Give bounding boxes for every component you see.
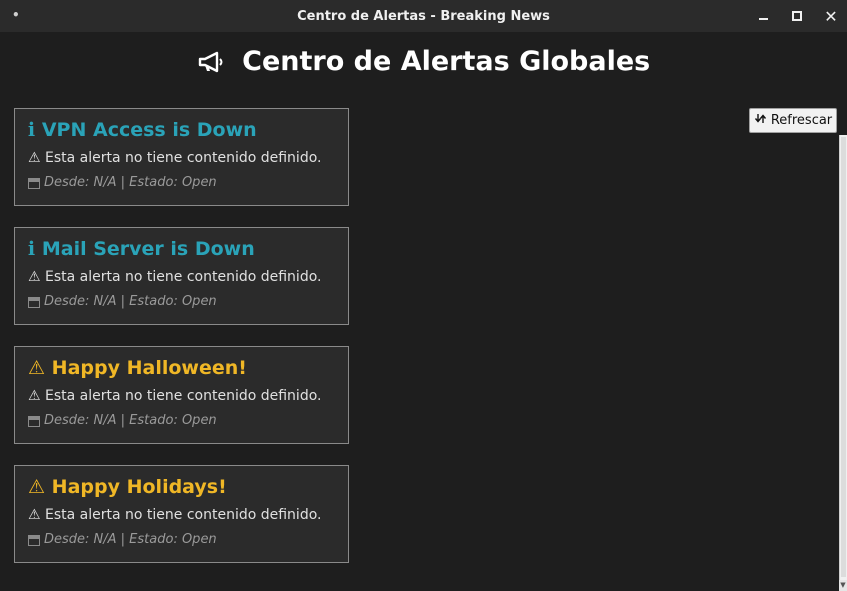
- alert-card: ⚠ Happy Halloween! ⚠ Esta alerta no tien…: [14, 346, 349, 444]
- calendar-icon: [28, 296, 40, 308]
- refresh-label: Refrescar: [770, 113, 833, 128]
- alerts-list: ℹ VPN Access is Down ⚠ Esta alerta no ti…: [14, 108, 349, 584]
- window-title: Centro de Alertas - Breaking News: [297, 8, 550, 24]
- minimize-icon: [758, 18, 768, 20]
- alert-body: ⚠ Esta alerta no tiene contenido definid…: [28, 388, 322, 404]
- megaphone-icon: [197, 50, 225, 81]
- alert-meta: Desde: N/A | Estado: Open: [28, 294, 335, 310]
- alert-title: ℹ VPN Access is Down: [28, 119, 257, 141]
- alert-title: ⚠ Happy Holidays!: [28, 476, 227, 498]
- alert-card: ⚠ Happy Holidays! ⚠ Esta alerta no tiene…: [14, 465, 349, 563]
- page-title-text: Centro de Alertas Globales: [242, 46, 651, 77]
- refresh-button[interactable]: Refrescar: [749, 108, 837, 133]
- calendar-icon: [28, 534, 40, 546]
- scroll-down-arrow-icon[interactable]: ▼: [839, 580, 847, 591]
- maximize-button[interactable]: [789, 8, 805, 24]
- alert-title: ℹ Mail Server is Down: [28, 238, 255, 260]
- minimize-button[interactable]: [755, 8, 771, 24]
- page-title: Centro de Alertas Globales: [0, 46, 847, 81]
- alert-meta: Desde: N/A | Estado: Open: [28, 413, 335, 429]
- info-icon: ℹ: [28, 238, 36, 260]
- window-controls: ✕: [755, 0, 839, 32]
- window-menu-button[interactable]: •: [12, 8, 20, 22]
- calendar-icon: [28, 415, 40, 427]
- alert-title: ⚠ Happy Halloween!: [28, 357, 247, 379]
- warning-icon: ⚠: [28, 476, 46, 498]
- alert-body: ⚠ Esta alerta no tiene contenido definid…: [28, 269, 322, 285]
- info-icon: ℹ: [28, 119, 36, 141]
- close-icon: ✕: [824, 6, 838, 26]
- alert-meta: Desde: N/A | Estado: Open: [28, 532, 335, 548]
- window-titlebar: • Centro de Alertas - Breaking News ✕: [0, 0, 847, 32]
- alert-meta: Desde: N/A | Estado: Open: [28, 175, 335, 191]
- refresh-icon: [754, 112, 767, 129]
- alert-card: ℹ Mail Server is Down ⚠ Esta alerta no t…: [14, 227, 349, 325]
- close-button[interactable]: ✕: [823, 6, 839, 26]
- vertical-scrollbar[interactable]: [839, 135, 847, 591]
- alert-body: ⚠ Esta alerta no tiene contenido definid…: [28, 507, 322, 523]
- maximize-icon: [792, 11, 802, 21]
- alert-card: ℹ VPN Access is Down ⚠ Esta alerta no ti…: [14, 108, 349, 206]
- alert-body: ⚠ Esta alerta no tiene contenido definid…: [28, 150, 322, 166]
- calendar-icon: [28, 177, 40, 189]
- scrollbar-thumb[interactable]: [841, 137, 846, 577]
- warning-icon: ⚠: [28, 357, 46, 379]
